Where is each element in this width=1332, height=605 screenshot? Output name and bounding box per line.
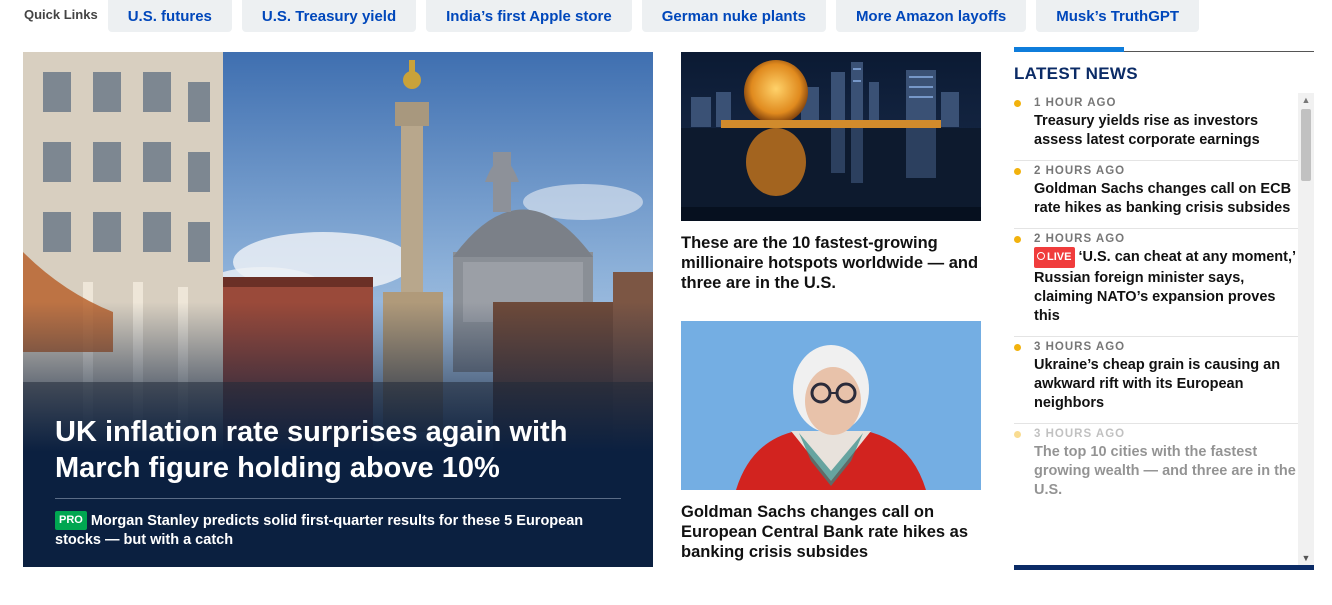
news-timestamp: 2 HOURS AGO [1034,165,1126,177]
news-timestamp: 3 HOURS AGO [1034,341,1126,353]
time-dot-icon [1014,168,1021,175]
quick-links-bar: Quick Links U.S. futures U.S. Treasury y… [24,0,1209,32]
news-timestamp: 2 HOURS AGO [1034,233,1126,245]
news-timestamp: 3 HOURS AGO [1034,428,1126,440]
news-headline-link[interactable]: LIVE ‘U.S. can cheat at any moment,’ Russ… [1034,247,1298,326]
pro-badge: PRO [55,511,87,530]
news-item[interactable]: 2 HOURS AGO Goldman Sachs changes call o… [1014,161,1298,229]
latest-news-title: LATEST NEWS [1014,64,1138,83]
latest-news-list[interactable]: 1 HOUR AGO Treasury yields rise as inves… [1014,93,1314,565]
latest-news-accent-bar [1014,47,1124,52]
scroll-thumb[interactable] [1301,109,1311,181]
story-card-millionaire-hotspots[interactable]: These are the 10 fastest-growing million… [681,52,981,293]
quick-link-nuke-plants[interactable]: German nuke plants [641,0,826,32]
hero-divider [55,498,621,499]
time-dot-icon [1014,236,1021,243]
quick-links-label: Quick Links [24,6,98,22]
latest-news-panel: LATEST NEWS 1 HOUR AGO Treasury yields r… [1014,46,1314,571]
latest-news-scrollbar[interactable]: ▲ ▼ [1298,93,1314,565]
hero-headline[interactable]: UK inflation rate surprises again with M… [55,414,625,486]
lagarde-portrait-image[interactable] [681,321,981,490]
scroll-down-arrow-icon[interactable]: ▼ [1298,551,1314,565]
news-headline[interactable]: Ukraine’s cheap grain is causing an awkw… [1034,356,1298,413]
story-card-headline[interactable]: These are the 10 fastest-growing million… [681,233,981,293]
news-item[interactable]: 1 HOUR AGO Treasury yields rise as inves… [1014,93,1298,161]
quick-link-amazon-layoffs[interactable]: More Amazon layoffs [835,0,1027,32]
time-dot-icon [1014,344,1021,351]
live-ring-icon [1037,252,1045,260]
quick-link-truthgpt[interactable]: Musk’s TruthGPT [1036,0,1200,32]
news-headline[interactable]: Treasury yields rise as investors assess… [1034,112,1298,150]
news-headline[interactable]: Goldman Sachs changes call on ECB rate h… [1034,180,1298,218]
quick-link-apple-store[interactable]: India’s first Apple store [426,0,632,32]
news-item[interactable]: 3 HOURS AGO The top 10 cities with the f… [1014,424,1298,510]
story-card-goldman-ecb[interactable]: Goldman Sachs changes call on European C… [681,321,981,562]
live-label: LIVE [1047,251,1072,263]
live-badge: LIVE [1034,247,1076,268]
news-item[interactable]: 3 HOURS AGO Ukraine’s cheap grain is cau… [1014,337,1298,424]
hero-subheadline-link[interactable]: PRO Morgan Stanley predicts solid first-q… [55,511,625,549]
city-night-image[interactable] [681,52,981,221]
news-timestamp: 1 HOUR AGO [1034,97,1117,109]
quick-link-treasury-yield[interactable]: U.S. Treasury yield [241,0,417,32]
news-item[interactable]: 2 HOURS AGO LIVE ‘U.S. can cheat at any m… [1014,229,1298,337]
hero-story[interactable]: UK inflation rate surprises again with M… [23,52,653,567]
time-dot-icon [1014,431,1021,438]
time-dot-icon [1014,100,1021,107]
hero-subheadline[interactable]: Morgan Stanley predicts solid first-quar… [55,513,583,548]
scroll-up-arrow-icon[interactable]: ▲ [1298,93,1314,107]
news-headline[interactable]: The top 10 cities with the fastest growi… [1034,443,1298,500]
story-card-headline[interactable]: Goldman Sachs changes call on European C… [681,502,981,562]
quick-link-us-futures[interactable]: U.S. futures [107,0,232,32]
latest-news-bottom-bar [1014,565,1314,570]
